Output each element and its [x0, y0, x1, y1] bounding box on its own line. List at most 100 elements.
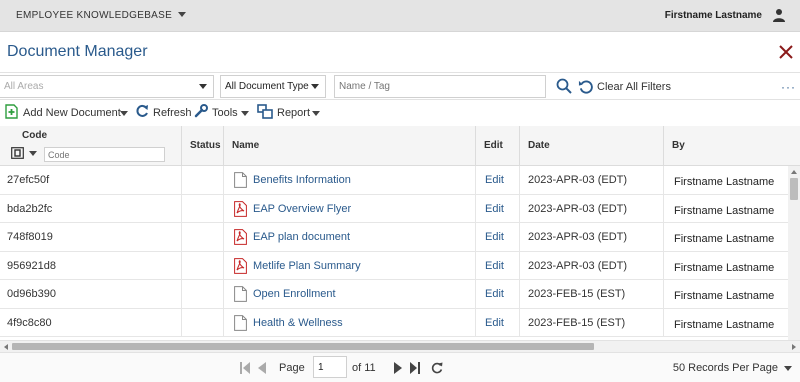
scroll-left-icon[interactable] [4, 344, 8, 350]
column-name-label: Name [232, 140, 260, 151]
table-row[interactable]: bda2b2fc EAP Overview Flyer Edit 2023-AP… [0, 194, 788, 223]
previous-page-icon[interactable] [258, 362, 266, 374]
page-number-input[interactable]: 1 [313, 356, 347, 378]
first-page-icon[interactable] [240, 362, 250, 374]
edit-link[interactable]: Edit [485, 317, 504, 329]
cell-date: 2023-FEB-15 (EST) [520, 280, 664, 308]
close-icon[interactable] [778, 44, 794, 60]
document-link[interactable]: Metlife Plan Summary [253, 260, 361, 272]
knowledgebase-menu[interactable]: EMPLOYEE KNOWLEDGEBASE [16, 10, 187, 21]
cell-by: Firstname Lastname [664, 195, 788, 223]
edit-link[interactable]: Edit [485, 260, 504, 272]
report-label: Report [277, 107, 311, 119]
cell-edit: Edit [476, 223, 520, 251]
document-code: 27efc50f [7, 174, 50, 186]
cell-date: 2023-APR-03 (EDT) [520, 223, 664, 251]
clear-all-filters-button[interactable]: Clear All Filters [597, 81, 671, 93]
cell-date: 2023-FEB-15 (EST) [520, 308, 664, 336]
edit-link[interactable]: Edit [485, 288, 504, 300]
areas-select[interactable]: All Areas [0, 75, 214, 98]
column-header-date[interactable]: Date [520, 126, 664, 166]
document-date: 2023-APR-03 (EDT) [528, 231, 628, 243]
add-new-document-label: Add New Document [23, 107, 121, 119]
more-options-icon[interactable]: ··· [781, 80, 796, 94]
document-code: bda2b2fc [7, 202, 53, 215]
cell-code: 27efc50f [0, 166, 182, 194]
scroll-right-icon[interactable] [792, 344, 796, 350]
document-link[interactable]: Health & Wellness [253, 317, 343, 329]
pdf-icon [234, 229, 247, 245]
cell-name: Benefits Information [224, 166, 476, 194]
reload-icon[interactable] [431, 362, 443, 374]
chevron-down-icon [312, 111, 320, 116]
document-author: Firstname Lastname [674, 318, 775, 331]
table-row[interactable]: 0d96b390 Open Enrollment Edit 2023-FEB-1… [0, 280, 788, 309]
document-date: 2023-FEB-15 (EST) [528, 288, 626, 300]
horizontal-scroll-thumb[interactable] [12, 343, 594, 350]
cell-date: 2023-APR-03 (EDT) [520, 194, 664, 222]
cell-name: Open Enrollment [224, 280, 476, 308]
document-code: 0d96b390 [7, 288, 56, 300]
chevron-down-icon[interactable] [784, 366, 792, 371]
format-icon[interactable] [11, 147, 24, 159]
vertical-scrollbar[interactable] [788, 166, 800, 340]
cell-code: 956921d8 [0, 251, 182, 279]
scroll-up-icon[interactable] [791, 170, 797, 174]
user-icon[interactable] [772, 8, 786, 22]
search-icon[interactable] [556, 78, 572, 94]
chevron-down-icon[interactable] [29, 151, 37, 156]
document-icon [234, 172, 247, 188]
cell-by: Firstname Lastname [664, 280, 788, 308]
edit-link[interactable]: Edit [485, 231, 504, 243]
column-header-status[interactable]: Status [182, 126, 224, 166]
document-type-select[interactable]: All Document Type [220, 75, 326, 98]
next-page-icon[interactable] [394, 362, 402, 374]
user-name[interactable]: Firstname Lastname [665, 10, 762, 21]
refresh-icon [136, 104, 148, 117]
cell-status [182, 194, 224, 222]
areas-placeholder: All Areas [4, 81, 44, 92]
cell-name: Health & Wellness [224, 308, 476, 336]
table-row[interactable]: 748f8019 EAP plan document Edit 2023-APR… [0, 223, 788, 252]
document-author: Firstname Lastname [674, 290, 775, 302]
vertical-scroll-thumb[interactable] [790, 178, 798, 200]
column-header-by[interactable]: By [664, 126, 788, 166]
cell-name: EAP Overview Flyer [224, 194, 476, 222]
document-date: 2023-APR-03 (EDT) [528, 174, 628, 186]
wrench-icon [194, 104, 208, 118]
document-link[interactable]: Open Enrollment [253, 288, 336, 300]
undo-icon[interactable] [578, 79, 593, 94]
table-row[interactable]: 956921d8 Metlife Plan Summary Edit 2023-… [0, 251, 788, 280]
edit-link[interactable]: Edit [485, 203, 504, 215]
table-row[interactable]: 4f9c8c80 Health & Wellness Edit 2023-FEB… [0, 308, 788, 337]
cell-name: EAP plan document [224, 223, 476, 251]
horizontal-scrollbar[interactable] [0, 340, 800, 352]
table-row[interactable]: 27efc50f Benefits Information Edit 2023-… [0, 166, 788, 195]
column-header-name[interactable]: Name [224, 126, 476, 166]
code-filter-input[interactable] [44, 147, 165, 162]
pdf-icon [234, 257, 247, 274]
name-tag-input[interactable] [334, 75, 546, 98]
last-page-icon[interactable] [410, 362, 420, 374]
records-per-page-select[interactable]: 50 Records Per Page [673, 362, 778, 374]
document-icon [234, 314, 247, 331]
document-link[interactable]: EAP plan document [253, 231, 350, 243]
edit-link[interactable]: Edit [485, 174, 504, 186]
page-label: Page [279, 362, 305, 374]
toolbar: Add New Document Refresh Tools Report [0, 100, 800, 126]
page-title: Document Manager [7, 43, 148, 60]
document-link[interactable]: EAP Overview Flyer [253, 203, 351, 215]
pdf-icon [234, 200, 247, 217]
cell-code: bda2b2fc [0, 194, 182, 222]
cell-name: Metlife Plan Summary [224, 251, 476, 279]
top-bar: EMPLOYEE KNOWLEDGEBASE Firstname Lastnam… [0, 0, 800, 32]
table-body: 27efc50f Benefits Information Edit 2023-… [0, 166, 788, 337]
column-header-edit[interactable]: Edit [476, 126, 520, 166]
chevron-down-icon [241, 111, 249, 116]
document-code: 4f9c8c80 [7, 316, 52, 329]
report-icon [257, 104, 273, 119]
cell-edit: Edit [476, 194, 520, 222]
total-pages-label: of 11 [352, 362, 376, 374]
document-link[interactable]: Benefits Information [253, 174, 351, 186]
documents-table: Code Status Name Edit Date By 27efc50f B… [0, 126, 800, 340]
